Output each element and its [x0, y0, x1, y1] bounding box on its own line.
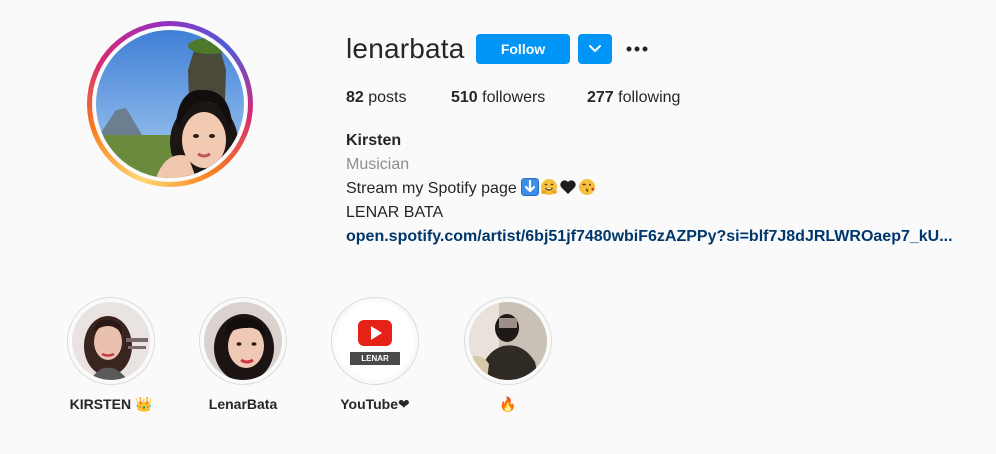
bio-external-link[interactable]: open.spotify.com/artist/6bj51jf7480wbiF6…	[346, 228, 953, 245]
following-count: 277	[587, 89, 614, 106]
followers-count: 510	[451, 89, 478, 106]
profile-full-name: Kirsten	[346, 132, 402, 149]
following-label: following	[618, 89, 681, 106]
profile-category: Musician	[346, 156, 410, 173]
highlight-ring: LENAR BATA	[331, 297, 419, 385]
chevron-down-icon	[589, 45, 601, 52]
highlight-cover-youtube: LENAR BATA	[336, 302, 414, 380]
kissing-face-emoji-icon	[579, 179, 596, 195]
profile-username: lenarbata	[346, 33, 465, 64]
highlight-label: LenarBata	[208, 396, 278, 412]
highlight-cover-text: LENAR BATA	[361, 354, 389, 376]
avatar-photo	[96, 30, 244, 178]
ellipsis-icon	[626, 46, 648, 52]
followers-stat[interactable]: 510 followers	[451, 89, 545, 107]
highlight-item-lenarbata[interactable]: LenarBata	[193, 297, 293, 412]
highlight-ring	[199, 297, 287, 385]
bio-text-1: Stream my Spotify page	[346, 180, 522, 197]
highlight-item-youtube[interactable]: LENAR BATA YouTube❤	[325, 297, 425, 413]
highlight-label: KIRSTEN 👑	[69, 396, 153, 412]
hugging-face-emoji-icon	[541, 179, 558, 195]
bio-emojis	[521, 178, 596, 196]
suggested-accounts-dropdown-button[interactable]	[578, 34, 612, 64]
profile-avatar[interactable]	[96, 30, 244, 178]
profile-bio: Kirsten Musician Stream my Spotify page	[346, 129, 953, 249]
highlight-cover-fire	[469, 302, 547, 380]
highlight-label: YouTube❤	[340, 396, 410, 412]
highlight-cover-lenarbata	[204, 302, 282, 380]
highlight-item-fire[interactable]: 🔥	[458, 297, 558, 413]
bio-line-1: Stream my Spotify page	[346, 177, 953, 201]
posts-count: 82	[346, 89, 364, 106]
highlight-ring	[67, 297, 155, 385]
more-options-button[interactable]	[623, 38, 651, 60]
followers-label: followers	[482, 89, 546, 106]
profile-avatar-ring[interactable]	[87, 21, 253, 187]
highlight-label: 🔥	[499, 396, 517, 412]
following-stat[interactable]: 277 following	[587, 89, 680, 107]
follow-button[interactable]: Follow	[476, 34, 570, 64]
highlight-ring	[464, 297, 552, 385]
highlight-item-kirsten[interactable]: KIRSTEN 👑	[61, 297, 161, 413]
avatar-border	[92, 26, 248, 182]
bio-line-2: LENAR BATA	[346, 204, 444, 221]
black-heart-emoji-icon	[560, 180, 576, 194]
posts-stat: 82 posts	[346, 89, 407, 107]
posts-label: posts	[368, 89, 407, 106]
highlight-cover-kirsten	[72, 302, 150, 380]
down-arrow-emoji-icon	[521, 178, 540, 196]
